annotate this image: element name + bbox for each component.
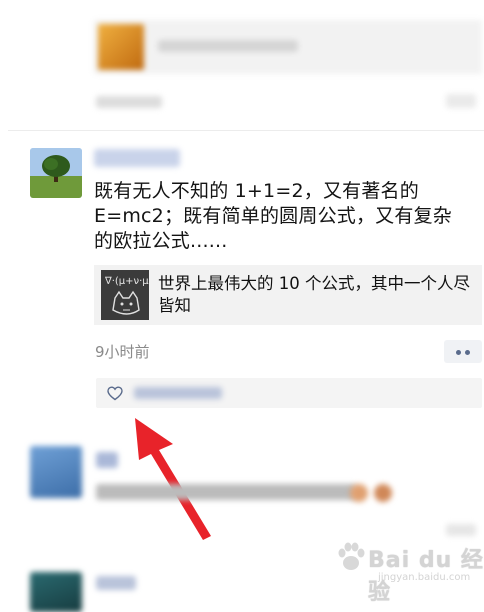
heart-icon[interactable] [107, 386, 123, 401]
emoji [350, 484, 368, 502]
username[interactable] [94, 149, 180, 167]
post-time: 9小时前 [95, 343, 150, 361]
third-post-avatar[interactable] [30, 572, 82, 612]
shared-article-card[interactable]: ∇·(μ+ν·μ) 世界上最伟大的 10 个公式，其中一个人尽皆知 [94, 265, 482, 325]
share-thumbnail [98, 24, 144, 70]
dot [465, 350, 470, 355]
paw-logo-icon [338, 542, 365, 570]
next-post-more-button[interactable] [446, 524, 476, 536]
next-post-text [96, 484, 356, 500]
third-post-username[interactable] [96, 576, 136, 590]
red-arrow-annotation [135, 418, 211, 540]
previous-post-share-card[interactable] [94, 20, 482, 74]
emoji [374, 484, 392, 502]
avatar[interactable] [30, 148, 82, 198]
article-title: 世界上最伟大的 10 个公式，其中一个人尽皆知 [158, 274, 470, 315]
post-divider [8, 130, 484, 131]
previous-post-time [96, 96, 162, 108]
dot [456, 350, 461, 355]
liked-users[interactable] [134, 387, 222, 399]
next-post-username[interactable] [96, 452, 118, 468]
share-title-placeholder [158, 40, 298, 52]
article-thumbnail: ∇·(μ+ν·μ) [101, 270, 149, 320]
likes-bar[interactable] [96, 378, 482, 408]
more-dots-icon[interactable] [444, 340, 482, 363]
baidu-jingyan-watermark: Bai du 经验 jingyan.baidu.com [334, 538, 484, 605]
watermark-url: jingyan.baidu.com [378, 572, 471, 583]
post-text-line: 的欧拉公式...... [94, 230, 228, 252]
previous-post-more-button[interactable] [446, 94, 476, 108]
thumb-formula-text: ∇·(μ+ν·μ) [104, 276, 149, 287]
next-post-avatar[interactable] [30, 446, 82, 498]
post-text-line: E=mc2；既有简单的圆周公式，又有复杂 [94, 205, 452, 227]
post-text-line: 既有无人不知的 1+1=2，又有著名的 [94, 180, 419, 202]
tree-avatar-image [30, 148, 82, 198]
post-body-text: 既有无人不知的 1+1=2，又有著名的 E=mc2；既有简单的圆周公式，又有复杂… [94, 179, 480, 254]
